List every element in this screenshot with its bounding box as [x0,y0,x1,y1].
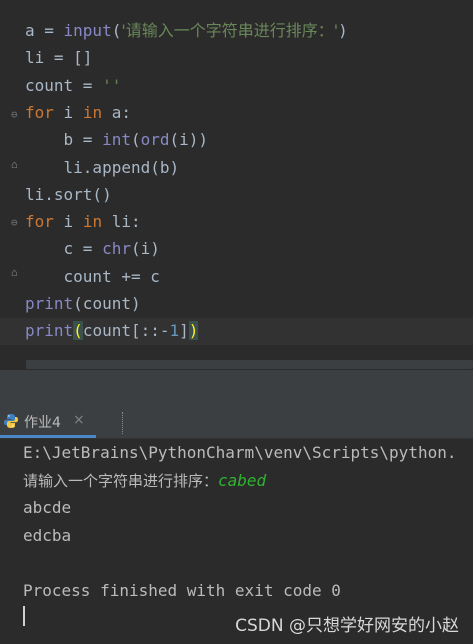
active-tab-indicator [0,435,96,438]
code-line: for i in li: [25,208,141,235]
console-finish-line: Process finished with exit code 0 [23,581,341,600]
run-tool-window-tabs: 作业4 × [0,406,473,439]
code-line: for i in a: [25,99,131,126]
code-token: li = [] [25,48,93,68]
code-token: '' [102,75,122,95]
code-line: count = '' [25,72,121,99]
code-token: for [25,212,54,232]
editor-gutter: ⊖ ⌂ ⊖ ⌂ [0,0,24,370]
code-token: count[::- [82,321,170,341]
python-icon [4,414,18,428]
code-line: count += c [25,263,160,290]
code-token: '请输入一个字符串进行排序：' [121,21,339,40]
fold-end-icon: ⌂ [11,158,18,171]
code-token: int [102,130,131,150]
code-line: c = chr(i) [25,235,160,262]
console-prompt-line: 请输入一个字符串进行排序：cabed [23,467,266,495]
code-editor[interactable]: ⊖ ⌂ ⊖ ⌂ a = input('请输入一个字符串进行排序：') li = [… [0,0,473,370]
code-token: a = [25,21,64,40]
watermark: CSDN @只想学好网安的小赵 [235,616,459,636]
code-token: i [53,212,83,232]
code-token: count += c [25,266,160,286]
tab-label: 作业4 [24,415,61,431]
console-output-line: edcba [23,526,72,545]
tab-run-config[interactable]: 作业4 × [0,406,96,438]
console-command-line: E:\JetBrains\PythonCharm\venv\Scripts\py… [23,443,457,462]
fold-end-icon: ⌂ [11,266,18,279]
console-prompt-text: 请输入一个字符串进行排序： [23,472,219,490]
code-line: li.append(b) [25,154,180,181]
code-token: ) [188,321,199,341]
fold-marker-icon[interactable]: ⊖ [11,109,21,120]
code-token: ( [111,21,122,40]
code-line: li = [] [25,44,92,71]
tab-separator [122,412,124,434]
code-line: b = int(ord(i)) [25,126,209,153]
code-token: ord [140,130,170,150]
code-token: 1 [169,321,180,341]
code-token: b = [25,130,103,150]
code-token: ) [338,21,348,40]
code-line: print(count) [25,290,141,317]
code-token: in [82,212,103,232]
code-line: print(count[::-1]) [25,317,199,344]
code-token: in [82,102,103,122]
code-line: li.sort() [25,181,112,208]
code-token: a: [102,102,131,122]
code-token: (i)) [169,130,209,150]
code-token: (i) [130,239,160,259]
console-output-line: abcde [23,498,72,517]
code-token: chr [102,239,131,259]
console-user-input: cabed [218,471,267,490]
code-token: i [53,102,83,122]
code-token: ] [179,321,189,341]
code-token: c = [25,239,103,259]
code-token: for [25,102,54,122]
code-token: (count) [73,294,141,313]
close-icon[interactable]: × [73,412,85,428]
code-token: count = [25,75,103,95]
code-token: li: [102,212,141,232]
code-token: print [25,294,74,313]
code-token: li.append(b) [25,157,180,177]
fold-marker-icon[interactable]: ⊖ [11,217,21,228]
code-token: ( [130,130,141,150]
console-caret [23,606,25,626]
code-token: input [63,21,112,40]
panel-divider[interactable] [0,370,473,406]
code-token: print [25,321,74,341]
horizontal-scrollbar[interactable] [26,360,473,369]
code-token: li.sort() [25,184,112,204]
code-token: ( [73,321,83,341]
code-line: a = input('请输入一个字符串进行排序：') [25,17,348,44]
